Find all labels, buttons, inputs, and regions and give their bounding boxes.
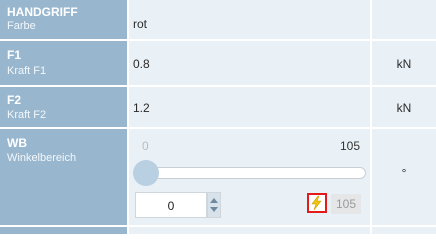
param-unit-cell: kN <box>372 87 436 127</box>
param-value-cell[interactable]: 0.8 <box>129 41 370 85</box>
param-row-handgriff: HANDGRIFF Farbe rot <box>0 0 436 39</box>
param-row-wb: WB Winkelbereich 0 105 0 105 ° <box>0 129 436 225</box>
param-name: WB <box>7 136 27 150</box>
set-max-button[interactable] <box>307 193 327 213</box>
param-value: 1.2 <box>133 101 150 115</box>
param-description: Kraft F1 <box>7 65 47 77</box>
param-unit-cell: kN <box>372 41 436 85</box>
param-label-cell: F1 Kraft F1 <box>0 41 127 85</box>
max-value-badge: 105 <box>331 194 361 214</box>
angle-input[interactable]: 0 <box>135 192 207 218</box>
param-row-f2: F2 Kraft F2 1.2 kN <box>0 87 436 127</box>
param-description: Kraft F2 <box>7 109 47 121</box>
param-label-cell <box>0 227 127 234</box>
param-description: Winkelbereich <box>7 152 77 164</box>
param-value-cell <box>129 227 370 234</box>
param-label-cell: WB Winkelbereich <box>0 129 127 225</box>
param-unit-cell: ° <box>372 129 436 225</box>
lightning-icon <box>311 195 322 211</box>
angle-stepper[interactable] <box>207 192 221 218</box>
param-value-cell[interactable]: rot <box>129 0 370 39</box>
param-unit: ° <box>401 166 407 180</box>
param-row-next <box>0 227 436 234</box>
slider-track[interactable] <box>135 167 366 179</box>
stepper-down-icon[interactable] <box>210 207 218 212</box>
slider-handle[interactable] <box>133 160 159 186</box>
stepper-up-icon[interactable] <box>210 198 218 203</box>
param-value: rot <box>133 17 148 31</box>
param-value: 0.8 <box>133 57 150 71</box>
param-unit: kN <box>396 57 412 71</box>
param-name: F1 <box>7 48 22 62</box>
slider-min-label: 0 <box>142 139 149 153</box>
slider-max-label: 105 <box>340 139 361 153</box>
param-value-cell: 0 105 0 105 <box>129 129 370 225</box>
param-unit-cell <box>372 227 436 234</box>
param-label-cell: HANDGRIFF Farbe <box>0 0 127 39</box>
param-description: Farbe <box>7 20 36 32</box>
param-label-cell: F2 Kraft F2 <box>0 87 127 127</box>
param-unit-cell <box>372 0 436 39</box>
param-value-cell[interactable]: 1.2 <box>129 87 370 127</box>
param-name: HANDGRIFF <box>7 5 78 19</box>
param-row-f1: F1 Kraft F1 0.8 kN <box>0 41 436 85</box>
param-name: F2 <box>7 93 22 107</box>
param-unit: kN <box>396 101 412 115</box>
